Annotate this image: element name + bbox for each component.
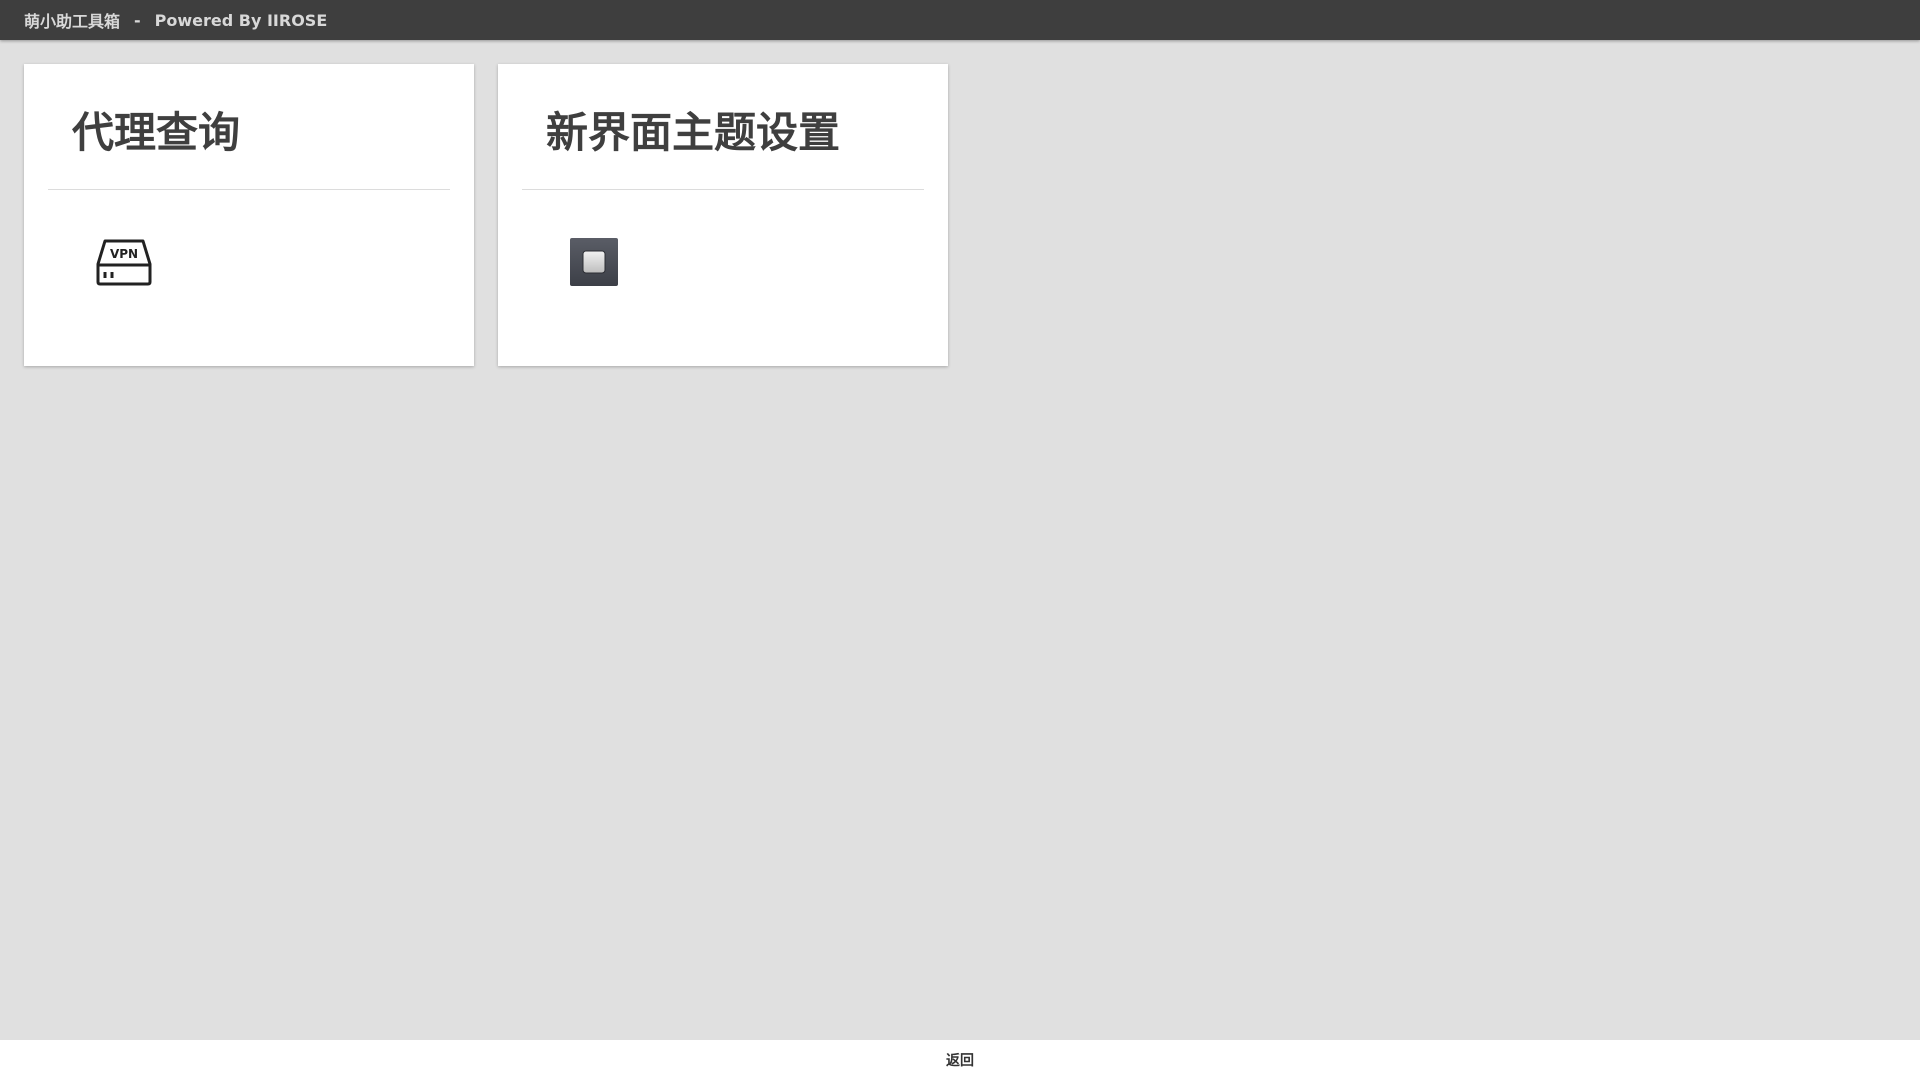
back-button[interactable]: 返回 <box>946 1050 974 1070</box>
card-body: VPN <box>48 190 450 286</box>
footer-bar: 返回 <box>0 1040 1920 1080</box>
vpn-icon: VPN <box>96 239 152 286</box>
card-body <box>522 190 924 286</box>
card-title: 新界面主题设置 <box>522 64 924 190</box>
powered-by: Powered By IIROSE <box>154 10 328 30</box>
card-title: 代理查询 <box>48 64 450 190</box>
card-proxy-query[interactable]: 代理查询 VPN <box>24 64 474 366</box>
vpn-icon-label: VPN <box>110 247 138 261</box>
tool-cards: 代理查询 VPN 新界面主题设置 <box>24 64 948 366</box>
card-theme-settings[interactable]: 新界面主题设置 <box>498 64 948 366</box>
header-separator: - <box>134 10 141 30</box>
theme-icon <box>570 238 618 286</box>
top-bar: 萌小助工具箱 - Powered By IIROSE <box>0 0 1920 40</box>
app-name: 萌小助工具箱 <box>24 12 121 31</box>
